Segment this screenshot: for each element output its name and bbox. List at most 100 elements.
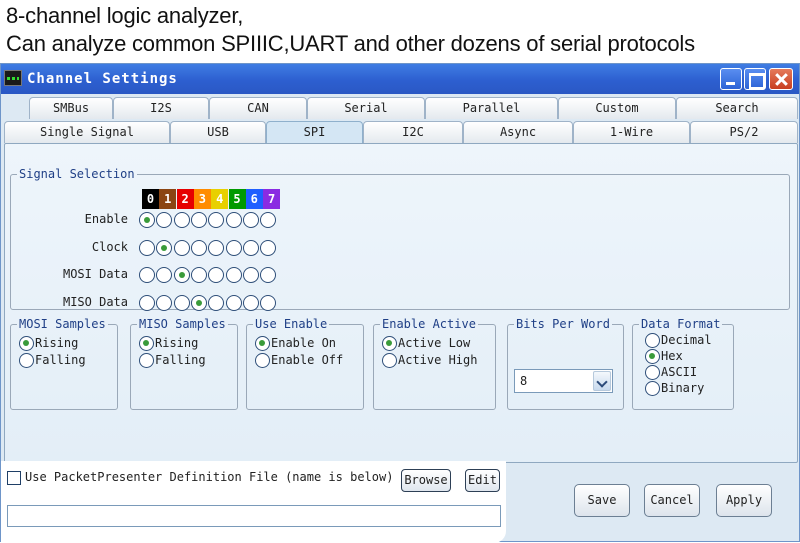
enable-channel-0-radio[interactable] [139,212,155,228]
clock-channel-1-radio[interactable] [156,240,173,256]
channel-number-1: 1 [159,189,177,209]
mosi-data-channel-3-radio[interactable] [190,267,207,283]
channel-number-3: 3 [193,189,211,209]
chevron-down-icon[interactable] [593,371,611,391]
enable-channel-7-radio[interactable] [260,212,277,228]
browse-button[interactable]: Browse [401,469,451,492]
bits-per-word-value: 8 [520,374,528,388]
clock-channel-6-radio[interactable] [242,240,259,256]
mosi-data-channel-5-radio[interactable] [225,267,242,283]
use-enable-enable-on-label: Enable On [271,336,337,350]
tab-can[interactable]: CAN [209,97,307,119]
mosi-data-channel-4-radio[interactable] [208,267,225,283]
miso-data-channel-5-radio[interactable] [225,295,242,311]
data-format-binary-radio[interactable] [645,381,660,396]
title-bar[interactable]: Channel Settings [1,64,799,94]
enable-active-active-high-radio[interactable] [382,353,397,368]
signal-selection-group: Signal Selection 01234567 Enable Clock MOS… [10,167,790,312]
mosi-samples-falling-label: Falling [35,353,86,367]
data-format-decimal-radio[interactable] [645,333,660,348]
tab-row-upper: SMBus I2S CAN Serial Parallel Custom Sea… [1,97,800,119]
mosi-data-channel-7-radio[interactable] [260,267,277,283]
signal-row-label: MOSI Data [62,267,128,281]
enable-active-active-low-radio[interactable] [382,336,397,351]
tab-i2c[interactable]: I2C [363,121,463,143]
signal-selection-legend: Signal Selection [19,167,135,181]
data-format-ascii-radio[interactable] [645,365,660,380]
enable-channel-6-radio[interactable] [242,212,259,228]
data-format-hex-label: Hex [661,349,683,363]
tab-single-signal[interactable]: Single Signal [4,121,170,143]
cancel-button[interactable]: Cancel [644,484,700,517]
tab-smbus[interactable]: SMBus [29,97,113,119]
maximize-icon[interactable] [744,68,766,90]
packet-presenter-label: Use PacketPresenter Definition File (nam… [25,470,394,484]
packet-presenter-checkbox[interactable] [7,471,21,485]
bits-per-word-select[interactable]: 8 [514,369,613,393]
packet-presenter-area: Use PacketPresenter Definition File (nam… [1,461,506,543]
miso-data-channel-1-radio[interactable] [156,295,173,311]
caption-line-2: Can analyze common SPIIIC,UART and other… [6,31,695,56]
miso-data-channel-2-radio[interactable] [173,295,190,311]
tab-i2s[interactable]: I2S [113,97,209,119]
save-button[interactable]: Save [574,484,630,517]
close-icon[interactable] [769,68,793,90]
clock-channel-5-radio[interactable] [225,240,242,256]
window-title: Channel Settings [27,71,178,87]
miso-data-channel-7-radio[interactable] [260,295,277,311]
clock-channel-7-radio[interactable] [260,240,277,256]
enable-channel-5-radio[interactable] [225,212,242,228]
edit-button[interactable]: Edit [465,469,500,492]
tab-serial[interactable]: Serial [307,97,425,119]
mosi-data-channel-0-radio[interactable] [139,267,155,283]
signal-row-miso-data: MISO Data [11,294,411,312]
use-enable-enable-off-radio[interactable] [255,353,270,368]
clock-channel-0-radio[interactable] [139,240,155,256]
enable-active-active-high-label: Active High [398,353,478,367]
enable-channel-3-radio[interactable] [190,212,207,228]
tab-parallel[interactable]: Parallel [425,97,558,119]
channel-settings-window: Channel Settings SMBus I2S CAN Serial Pa… [0,63,800,543]
mosi-data-channel-1-radio[interactable] [156,267,173,283]
enable-channel-4-radio[interactable] [208,212,225,228]
use-enable-enable-on-radio[interactable] [255,336,270,351]
enable-channel-2-radio[interactable] [173,212,190,228]
tab-ps2[interactable]: PS/2 [690,121,798,143]
data-format-decimal-label: Decimal [661,333,712,347]
channel-number-2: 2 [176,189,194,209]
mosi-samples-group: MOSI Samples Rising Falling [10,317,118,410]
clock-channel-2-radio[interactable] [173,240,190,256]
data-format-legend: Data Format [641,317,721,331]
tab-usb[interactable]: USB [170,121,266,143]
mosi-samples-rising-radio[interactable] [19,336,34,351]
apply-button[interactable]: Apply [716,484,772,517]
miso-data-channel-6-radio[interactable] [242,295,259,311]
miso-data-channel-3-radio[interactable] [190,295,207,311]
miso-samples-falling-radio[interactable] [139,353,154,368]
tab-async[interactable]: Async [463,121,573,143]
clock-channel-4-radio[interactable] [208,240,225,256]
miso-data-channel-0-radio[interactable] [139,295,155,311]
data-format-ascii-label: ASCII [661,365,698,379]
miso-data-channel-4-radio[interactable] [208,295,225,311]
mosi-data-channel-2-radio[interactable] [173,267,190,283]
tab-search[interactable]: Search [676,97,798,119]
channel-number-6: 6 [245,189,263,209]
enable-active-group: Enable Active Active Low Active High [373,317,496,410]
mosi-samples-falling-radio[interactable] [19,353,34,368]
tab-1-wire[interactable]: 1-Wire [573,121,690,143]
signal-row-clock: Clock [11,239,411,257]
definition-file-path-input[interactable] [7,505,501,527]
mosi-data-channel-6-radio[interactable] [242,267,259,283]
tab-spi[interactable]: SPI [266,121,363,143]
enable-channel-1-radio[interactable] [156,212,173,228]
signal-row-label: MISO Data [62,295,128,309]
minimize-icon[interactable] [720,68,742,90]
miso-samples-rising-radio[interactable] [139,336,154,351]
tab-custom[interactable]: Custom [558,97,676,119]
bits-per-word-legend: Bits Per Word [516,317,610,331]
miso-samples-legend: MISO Samples [139,317,226,331]
data-format-hex-radio[interactable] [645,349,660,364]
miso-samples-rising-label: Rising [155,336,199,350]
clock-channel-3-radio[interactable] [190,240,207,256]
